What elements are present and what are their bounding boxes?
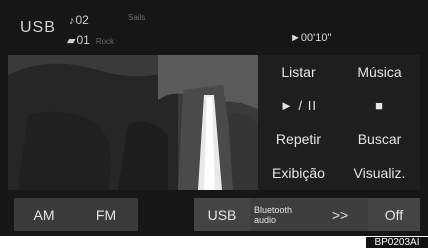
usb-button[interactable]: USB <box>194 198 250 231</box>
bluetooth-label-line1: Bluetooth <box>254 204 293 215</box>
source-label: USB <box>20 19 56 36</box>
folder-number: 01 <box>76 33 90 47</box>
music-note-icon: ♪ <box>69 15 75 27</box>
folder-name: Rock <box>95 37 115 46</box>
musica-button[interactable]: Música <box>339 55 420 89</box>
bluetooth-label-line2: audio <box>254 214 277 225</box>
track-info: ♪02 <box>69 13 89 27</box>
elapsed-time: ►00'10" <box>290 32 332 44</box>
media-menu: Listar Música ► / II ■ Repetir Buscar Ex… <box>258 55 420 190</box>
folder-icon: ▰ <box>67 35 76 47</box>
audio-screen: USB ♪02 Sails ▰01 Rock ►00'10" Listar Mús… <box>0 0 428 236</box>
visualiz-button[interactable]: Visualiz. <box>339 156 420 190</box>
track-title: Sails <box>128 13 146 22</box>
source-bar: AM FM USB Bluetooth audio >> Off <box>8 198 420 234</box>
off-button[interactable]: Off <box>368 198 420 231</box>
buscar-button[interactable]: Buscar <box>339 123 420 157</box>
stop-button[interactable]: ■ <box>339 89 420 123</box>
play-pause-button[interactable]: ► / II <box>258 89 339 123</box>
folder-info: ▰01 Rock <box>67 33 114 47</box>
fm-button[interactable]: FM <box>74 198 138 231</box>
am-button[interactable]: AM <box>14 198 74 231</box>
repetir-button[interactable]: Repetir <box>258 123 339 157</box>
next-sources-button[interactable]: >> <box>312 198 368 231</box>
exibicao-button[interactable]: Exibição <box>258 156 339 190</box>
listar-button[interactable]: Listar <box>258 55 339 89</box>
bluetooth-audio-button[interactable]: Bluetooth audio <box>250 198 312 231</box>
figure-code: BP0203AI <box>366 237 428 248</box>
track-number: 02 <box>75 13 89 27</box>
